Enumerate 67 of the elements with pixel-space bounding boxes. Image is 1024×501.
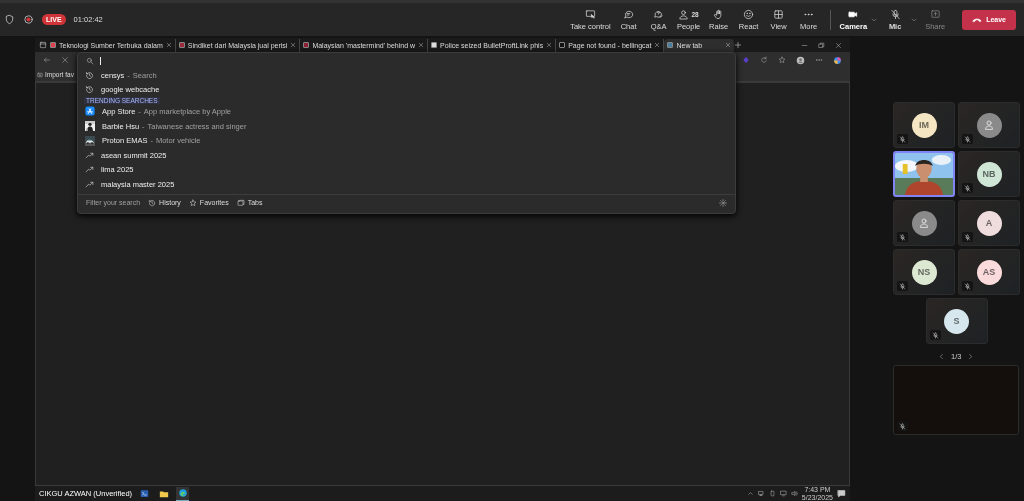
mic-off-icon	[889, 8, 901, 20]
next-page-icon[interactable]	[967, 353, 975, 360]
app-store-icon	[85, 106, 95, 117]
screen-pointer-icon	[584, 8, 596, 20]
avatar-initials: AS	[976, 259, 1002, 285]
copilot-icon[interactable]	[833, 55, 842, 65]
people-icon	[678, 8, 690, 20]
search-icon	[86, 56, 94, 65]
restore-icon[interactable]	[818, 41, 825, 49]
settings-icon[interactable]	[719, 198, 727, 207]
avatar-initials: A	[976, 210, 1002, 236]
participant-tile[interactable]: S	[925, 298, 988, 344]
monitor-icon[interactable]	[779, 490, 787, 497]
recording-icon	[23, 14, 34, 25]
participant-tile[interactable]: A	[958, 200, 1020, 246]
grid-icon	[773, 8, 785, 20]
performance-icon[interactable]	[760, 56, 768, 64]
extension-icon[interactable]	[742, 56, 750, 64]
chevron-up-icon[interactable]	[746, 490, 754, 497]
avatar-initials: IM	[911, 112, 937, 138]
history-icon	[148, 198, 157, 207]
chat-icon	[623, 8, 635, 20]
profile-avatar-icon[interactable]	[796, 55, 805, 65]
participant-tile[interactable]	[893, 200, 955, 246]
tabs-icon	[236, 198, 245, 207]
close-icon[interactable]	[835, 41, 842, 49]
person-avatar-icon	[976, 112, 1002, 138]
trending-arrow-icon	[85, 165, 94, 175]
favicon-icon	[431, 42, 438, 48]
favorites-star-icon[interactable]	[778, 56, 786, 64]
favicon-icon	[303, 42, 310, 48]
close-icon[interactable]	[61, 56, 69, 64]
question-bubbles-icon	[653, 8, 665, 20]
trending-arrow-icon	[85, 179, 94, 189]
more-icon[interactable]	[815, 56, 823, 64]
participant-tile[interactable]: AS	[958, 249, 1020, 295]
trending-arrow-icon	[85, 150, 94, 160]
avatar-initials: S	[944, 308, 969, 334]
participant-tile[interactable]	[958, 102, 1020, 148]
browser-taskbar-icon[interactable]	[176, 486, 190, 501]
tab-actions-icon[interactable]	[39, 41, 47, 49]
speaker-icon[interactable]	[790, 490, 798, 497]
avatar-initials: NS	[911, 259, 937, 285]
favicon-icon	[667, 42, 674, 48]
network-icon[interactable]	[757, 490, 765, 497]
favicon-icon	[178, 42, 185, 48]
back-arrow-icon[interactable]	[43, 56, 51, 64]
plus-icon[interactable]	[734, 41, 743, 49]
participant-tile[interactable]	[893, 365, 1019, 435]
person-avatar-icon	[911, 210, 937, 236]
notification-icon[interactable]	[837, 489, 846, 498]
avatar-initials: NB	[976, 161, 1002, 187]
participant-tile[interactable]: NB	[958, 151, 1020, 197]
close-icon[interactable]	[418, 42, 425, 48]
previous-page-icon[interactable]	[938, 353, 945, 360]
history-icon	[85, 70, 94, 80]
shield-icon	[4, 14, 15, 25]
participant-tile[interactable]: IM	[893, 102, 955, 148]
smiley-icon	[743, 8, 755, 20]
share-screen-icon	[929, 8, 941, 20]
video-tile[interactable]	[893, 151, 955, 197]
participant-tile[interactable]: NS	[893, 249, 955, 295]
star-icon	[188, 198, 197, 207]
favicon-icon	[50, 42, 56, 48]
favicon-icon	[559, 42, 566, 48]
import-icon	[37, 71, 43, 78]
history-icon	[85, 85, 94, 95]
